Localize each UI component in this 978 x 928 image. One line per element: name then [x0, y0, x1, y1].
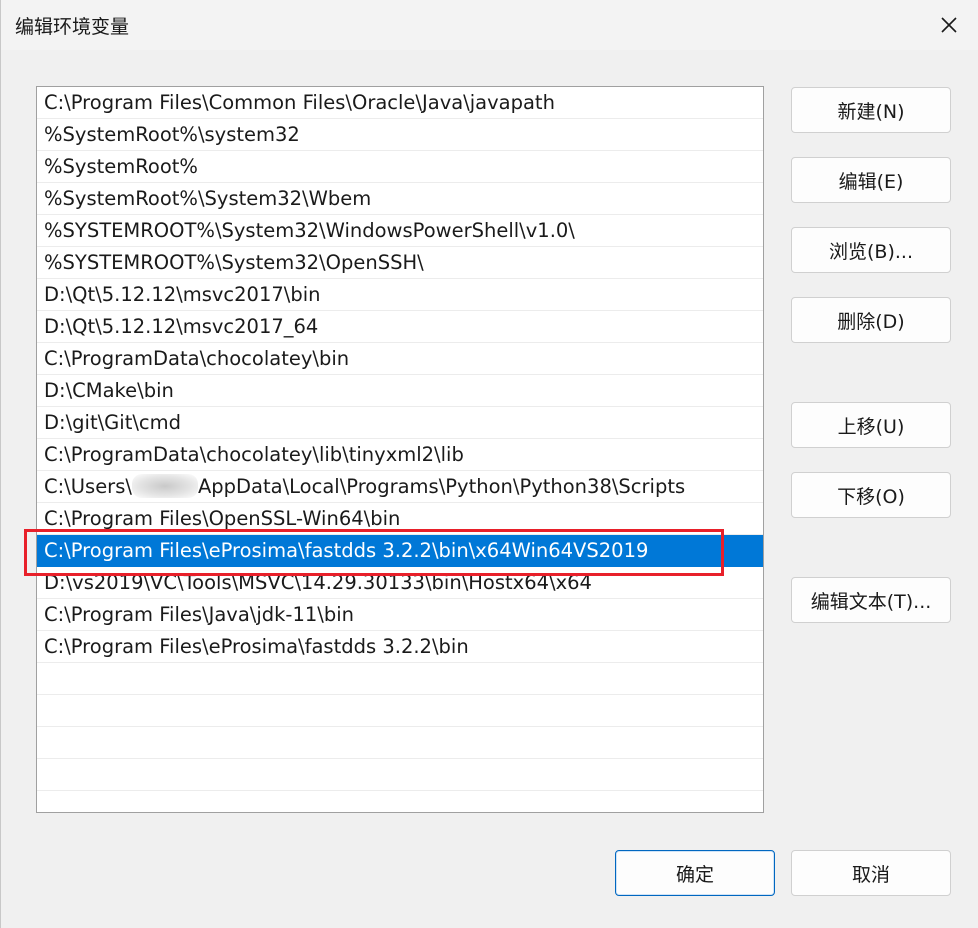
path-text: D:\git\Git\cmd [44, 411, 182, 434]
path-list-item[interactable]: D:\git\Git\cmd [37, 407, 763, 439]
path-text: %SystemRoot%\system32 [44, 123, 300, 146]
path-text: D:\CMake\bin [44, 379, 174, 402]
ok-button[interactable]: 确定 [615, 850, 775, 896]
path-text: C:\ProgramData\chocolatey\lib\tinyxml2\l… [44, 443, 464, 466]
path-list-item[interactable]: %SystemRoot%\System32\Wbem [37, 183, 763, 215]
path-text: %SYSTEMROOT%\System32\OpenSSH\ [44, 251, 424, 274]
move-up-button[interactable]: 上移(U) [791, 402, 951, 448]
path-list-item[interactable]: C:\Program Files\Common Files\Oracle\Jav… [37, 87, 763, 119]
path-list-item[interactable]: %SYSTEMROOT%\System32\WindowsPowerShell\… [37, 215, 763, 247]
move-down-button[interactable]: 下移(O) [791, 472, 951, 518]
path-text-prefix: C:\Users\ [44, 475, 132, 498]
redacted-username [131, 473, 198, 498]
new-button[interactable]: 新建(N) [791, 87, 951, 133]
path-text: D:\Qt\5.12.12\msvc2017_64 [44, 315, 319, 338]
browse-button[interactable]: 浏览(B)... [791, 227, 951, 273]
path-list-item[interactable]: C:\Program Files\eProsima\fastdds 3.2.2\… [37, 631, 763, 663]
path-listbox[interactable]: C:\Program Files\Common Files\Oracle\Jav… [36, 86, 764, 813]
empty-list-row[interactable] [37, 663, 763, 695]
title-bar: 编辑环境变量 [1, 0, 978, 50]
path-list-item[interactable]: C:\ProgramData\chocolatey\bin [37, 343, 763, 375]
path-text: C:\Program Files\eProsima\fastdds 3.2.2\… [44, 539, 649, 562]
path-text: C:\Program Files\Common Files\Oracle\Jav… [44, 91, 555, 114]
edit-env-var-dialog: 编辑环境变量 C:\Program Files\Common Files\Ora… [0, 0, 978, 928]
path-text: C:\Program Files\eProsima\fastdds 3.2.2\… [44, 635, 469, 658]
path-list-item[interactable]: C:\Program Files\Java\jdk-11\bin [37, 599, 763, 631]
path-text: C:\Program Files\OpenSSL-Win64\bin [44, 507, 401, 530]
path-list-item[interactable]: D:\Qt\5.12.12\msvc2017\bin [37, 279, 763, 311]
path-list-item[interactable]: C:\Program Files\OpenSSL-Win64\bin [37, 503, 763, 535]
edit-text-button[interactable]: 编辑文本(T)... [791, 577, 951, 623]
cancel-button[interactable]: 取消 [791, 850, 951, 896]
path-text: C:\ProgramData\chocolatey\bin [44, 347, 350, 370]
path-list-item[interactable]: D:\Qt\5.12.12\msvc2017_64 [37, 311, 763, 343]
path-list-item[interactable]: %SystemRoot% [37, 151, 763, 183]
dialog-title: 编辑环境变量 [15, 16, 130, 38]
path-text: %SYSTEMROOT%\System32\WindowsPowerShell\… [44, 219, 575, 242]
path-text: %SystemRoot% [44, 155, 198, 178]
path-list-item[interactable]: D:\CMake\bin [37, 375, 763, 407]
path-text: %SystemRoot%\System32\Wbem [44, 187, 372, 210]
path-text: D:\vs2019\VC\Tools\MSVC\14.29.30133\bin\… [44, 571, 592, 594]
path-list-item[interactable]: C:\ProgramData\chocolatey\lib\tinyxml2\l… [37, 439, 763, 471]
path-list-item[interactable]: C:\Program Files\eProsima\fastdds 3.2.2\… [37, 535, 763, 567]
path-text: D:\Qt\5.12.12\msvc2017\bin [44, 283, 321, 306]
path-list-item[interactable]: C:\Users\ AppData\Local\Programs\Python\P… [37, 471, 763, 503]
edit-button[interactable]: 编辑(E) [791, 157, 951, 203]
path-text-suffix: AppData\Local\Programs\Python\Python38\S… [197, 475, 686, 498]
delete-button[interactable]: 删除(D) [791, 297, 951, 343]
path-list-item[interactable]: %SystemRoot%\system32 [37, 119, 763, 151]
path-list-item[interactable]: D:\vs2019\VC\Tools\MSVC\14.29.30133\bin\… [37, 567, 763, 599]
close-icon [941, 17, 957, 33]
empty-list-row[interactable] [37, 727, 763, 759]
empty-list-row[interactable] [37, 759, 763, 791]
empty-list-row[interactable] [37, 695, 763, 727]
path-text: C:\Program Files\Java\jdk-11\bin [44, 603, 355, 626]
close-button[interactable] [919, 0, 978, 50]
path-list-item[interactable]: %SYSTEMROOT%\System32\OpenSSH\ [37, 247, 763, 279]
